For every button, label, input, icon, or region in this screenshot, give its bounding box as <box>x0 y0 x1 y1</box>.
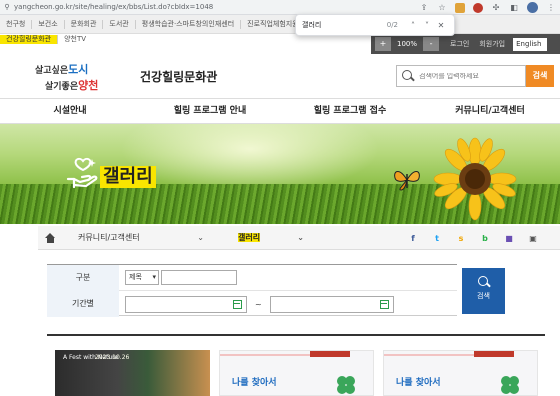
clover-icon <box>337 376 355 394</box>
location-bar: 커뮤니티/고객센터 ⌄ 갤러리 ⌄ f t s b ■ ▣ <box>38 226 560 250</box>
gallery-item-thumbnail[interactable]: 나를 찾아서 <box>219 350 374 396</box>
family-link[interactable]: 문화회관 <box>65 20 104 29</box>
board-search-button[interactable]: 검색 <box>462 268 505 314</box>
extension-icon-2[interactable] <box>473 2 483 13</box>
browser-icons: ⇪ ☆ ✣ ◧ ⋮ <box>419 2 556 13</box>
home-icon[interactable] <box>38 226 62 250</box>
sub-visual-banner: 갤러리 <box>0 124 560 224</box>
search-button[interactable]: 검색 <box>526 65 554 87</box>
chevron-down-icon: ⌄ <box>297 233 304 242</box>
utility-bar: + 100% - 로그인 회원가입 English <box>371 34 560 54</box>
address-bar[interactable]: yangcheon.go.kr/site/healing/ex/bbs/List… <box>14 3 213 11</box>
form-row-type: 구분 제목 <box>47 264 457 291</box>
form-row-period: 기간별 ~ <box>47 291 457 317</box>
family-link-current[interactable]: 건강힐링문화관 <box>0 35 59 44</box>
end-date-input[interactable] <box>269 295 394 313</box>
nav-item-facility[interactable]: 시설안내 <box>0 99 140 123</box>
zoom-out-button[interactable]: - <box>423 37 440 51</box>
browser-toolbar: ⚲ yangcheon.go.kr/site/healing/ex/bbs/Li… <box>0 0 560 15</box>
logo-text-accent: 도시 <box>68 63 89 76</box>
search-type-select[interactable]: 제목 <box>125 270 159 285</box>
print-icon[interactable]: ▣ <box>528 234 538 243</box>
join-link[interactable]: 회원가입 <box>474 39 510 49</box>
board-search-form: 구분 제목 기간별 ~ <box>47 264 457 317</box>
clover-icon <box>501 376 519 394</box>
band-icon[interactable]: b <box>480 234 490 243</box>
find-prev-icon[interactable]: ˄ <box>406 21 420 30</box>
find-next-icon[interactable]: ˅ <box>420 21 434 30</box>
date-range-separator: ~ <box>255 299 262 309</box>
hand-heart-icon <box>66 157 98 189</box>
calendar-icon[interactable] <box>233 299 242 309</box>
find-input[interactable]: 갤러리 <box>302 20 387 30</box>
profile-avatar[interactable] <box>527 2 538 13</box>
facebook-icon[interactable]: f <box>408 234 418 243</box>
nav-item-community[interactable]: 커뮤니티/고객센터 <box>420 99 560 123</box>
site-search-box <box>396 65 526 87</box>
search-icon <box>401 69 415 83</box>
zoom-level: 100% <box>397 40 418 48</box>
site-info-icon[interactable]: ⚲ <box>0 3 14 11</box>
family-site-bar: 천구청 보건소 문화회관 도서관 평생학습관·스마트창의인재센터 진로직업체험지… <box>0 15 560 44</box>
site-title[interactable]: 건강힐링문화관 <box>140 68 217 85</box>
thumbnail-date: 2023.10.26 <box>95 354 130 361</box>
menu-kebab-icon[interactable]: ⋮ <box>546 3 556 13</box>
search-icon <box>477 275 491 289</box>
nav-item-program-info[interactable]: 힐링 프로그램 안내 <box>140 99 280 123</box>
logo-text: 살기좋은 <box>45 82 79 92</box>
chevron-down-icon: ⌄ <box>197 233 204 242</box>
find-count: 0/2 <box>386 21 398 29</box>
site-header: 살고싶은도시 살기좋은양천 건강힐링문화관 검색 <box>0 54 560 98</box>
kakao-story-icon[interactable]: s <box>456 234 466 243</box>
extensions-puzzle-icon[interactable]: ✣ <box>491 3 501 13</box>
calendar-icon[interactable] <box>379 299 389 309</box>
login-link[interactable]: 로그인 <box>445 39 474 49</box>
extension-icon[interactable] <box>455 2 465 13</box>
family-link[interactable]: 평생학습관·스마트창의인재센터 <box>136 20 242 29</box>
share-icon[interactable]: ⇪ <box>419 3 429 13</box>
find-close-icon[interactable]: ✕ <box>434 21 448 30</box>
sns-share-links: f t s b ■ ▣ <box>408 226 538 250</box>
list-divider <box>47 334 545 336</box>
butterfly-image <box>394 171 420 191</box>
breadcrumb-depth2-label: 갤러리 <box>238 233 261 242</box>
bookmark-icon[interactable]: ■ <box>504 234 514 243</box>
family-link[interactable]: 도서관 <box>103 20 136 29</box>
breadcrumb-depth1-label: 커뮤니티/고객센터 <box>78 233 140 242</box>
family-link-tv[interactable]: 양천TV <box>58 35 92 44</box>
sidepanel-icon[interactable]: ◧ <box>509 3 519 13</box>
main-navigation: 시설안내 힐링 프로그램 안내 힐링 프로그램 접수 커뮤니티/고객센터 <box>0 98 560 124</box>
label-period: 기간별 <box>47 291 119 317</box>
sunflower-image <box>433 137 517 221</box>
nav-item-program-apply[interactable]: 힐링 프로그램 접수 <box>280 99 420 123</box>
logo-text-accent: 양천 <box>78 79 99 92</box>
find-in-page-bar: 갤러리 0/2 ˄ ˅ ✕ <box>295 14 455 36</box>
breadcrumb-depth2[interactable]: 갤러리 ⌄ <box>208 226 308 250</box>
thumbnail-title: 나를 찾아서 <box>232 378 277 388</box>
family-link[interactable]: 천구청 <box>0 20 33 29</box>
family-link[interactable]: 보건소 <box>32 20 65 29</box>
district-logo[interactable]: 살고싶은도시 살기좋은양천 <box>35 61 135 92</box>
zoom-in-button[interactable]: + <box>375 37 391 51</box>
label-type: 구분 <box>47 264 119 291</box>
language-select[interactable]: English <box>513 37 548 51</box>
gallery-item-thumbnail[interactable]: A Fest with Nature 2023.10.26 <box>55 350 210 396</box>
thumbnail-title: 나를 찾아서 <box>396 378 441 388</box>
board-search-label: 검색 <box>477 292 490 300</box>
search-input[interactable] <box>419 72 519 80</box>
gallery-item-thumbnail[interactable]: 나를 찾아서 <box>383 350 538 396</box>
breadcrumb-depth1[interactable]: 커뮤니티/고객센터 ⌄ <box>68 226 208 250</box>
logo-text: 살고싶은 <box>35 66 69 76</box>
start-date-input[interactable] <box>125 295 247 313</box>
twitter-icon[interactable]: t <box>432 234 442 243</box>
page-title: 갤러리 <box>100 166 156 188</box>
keyword-input[interactable] <box>161 270 237 285</box>
bookmark-star-icon[interactable]: ☆ <box>437 3 447 13</box>
